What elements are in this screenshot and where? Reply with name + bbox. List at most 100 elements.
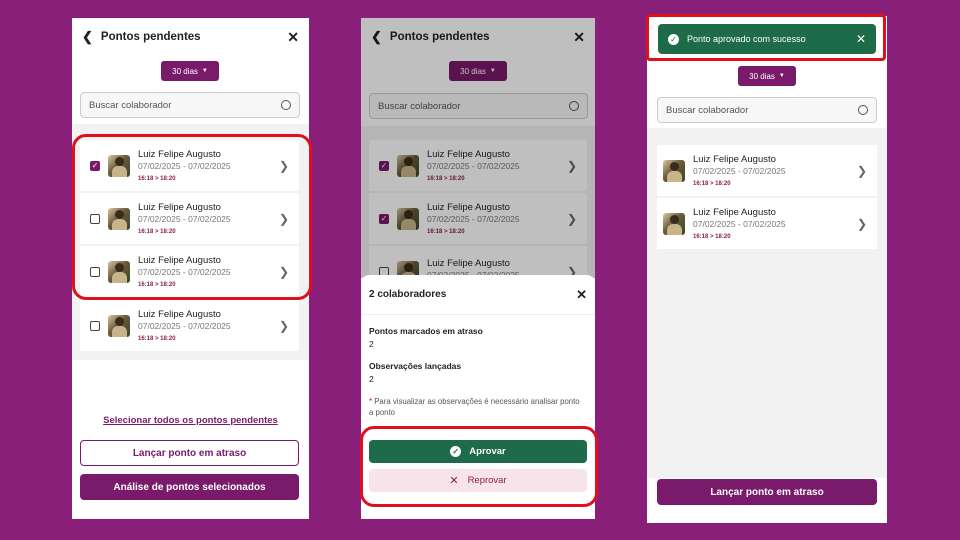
period-dropdown[interactable]: 30 dias ▼: [738, 66, 796, 86]
period-label: 30 dias: [749, 71, 775, 81]
analyze-selected-button[interactable]: Análise de pontos selecionados: [80, 474, 299, 500]
late-count-label: Pontos marcados em atraso: [369, 326, 483, 336]
late-entry-button[interactable]: Lançar ponto em atraso: [657, 479, 877, 505]
checkbox[interactable]: [90, 320, 100, 331]
chevron-right-icon[interactable]: ❯: [567, 212, 581, 226]
reject-button[interactable]: ✕ Reprovar: [369, 469, 587, 492]
avatar: [663, 159, 685, 182]
note-asterisk: *: [369, 397, 373, 406]
date-range: 07/02/2025 - 07/02/2025: [693, 219, 786, 229]
checkbox[interactable]: [379, 160, 389, 171]
period-dropdown[interactable]: 30 dias ▼: [161, 61, 219, 81]
select-all-link[interactable]: Selecionar todos os pontos pendentes: [72, 415, 309, 426]
close-icon: ✕: [449, 475, 459, 487]
chevron-right-icon[interactable]: ❯: [279, 319, 293, 333]
check-circle-icon: ✓: [450, 446, 462, 457]
chevron-down-icon: ▼: [489, 68, 496, 74]
time-range: 16:18 > 18:20: [138, 175, 176, 182]
checkbox[interactable]: [90, 266, 100, 277]
header: ❮ Pontos pendentes ✕: [361, 18, 595, 56]
avatar: [108, 314, 130, 337]
employee-name: Luiz Felipe Augusto: [693, 153, 776, 165]
chevron-down-icon: ▼: [201, 68, 208, 74]
employee-name: Luiz Felipe Augusto: [693, 206, 776, 218]
approve-button[interactable]: ✓ Aprovar: [369, 440, 587, 463]
employee-name: Luiz Felipe Augusto: [138, 308, 221, 320]
late-count-value: 2: [369, 339, 374, 349]
employee-name: Luiz Felipe Augusto: [427, 148, 510, 160]
close-icon[interactable]: ✕: [573, 29, 585, 46]
avatar: [108, 154, 130, 177]
list-item[interactable]: Luiz Felipe Augusto 07/02/2025 - 07/02/2…: [657, 145, 877, 196]
chevron-right-icon[interactable]: ❯: [279, 212, 293, 226]
date-range: 07/02/2025 - 07/02/2025: [138, 214, 231, 224]
list-item[interactable]: Luiz Felipe Augusto 07/02/2025 - 07/02/2…: [80, 193, 299, 244]
period-label: 30 dias: [172, 66, 198, 76]
list-item[interactable]: Luiz Felipe Augusto 07/02/2025 - 07/02/2…: [80, 140, 299, 191]
approve-label: Aprovar: [469, 446, 506, 457]
chevron-right-icon[interactable]: ❯: [857, 217, 871, 231]
period-dropdown[interactable]: 30 dias ▼: [449, 61, 507, 81]
date-range: 07/02/2025 - 07/02/2025: [138, 267, 231, 277]
note-text: Para visualizar as observações é necessá…: [369, 397, 580, 418]
chevron-left-icon[interactable]: ❮: [371, 29, 382, 45]
list-item[interactable]: Luiz Felipe Augusto 07/02/2025 - 07/02/2…: [369, 140, 587, 191]
chevron-right-icon[interactable]: ❯: [857, 164, 871, 178]
header: ❮ Pontos pendentes ✕: [72, 18, 309, 56]
avatar: [108, 207, 130, 230]
checkbox[interactable]: [90, 213, 100, 224]
time-range: 16:18 > 18:20: [693, 233, 731, 240]
search-icon[interactable]: [569, 101, 579, 111]
search-icon[interactable]: [858, 105, 868, 115]
period-label: 30 dias: [460, 66, 486, 76]
observations-label: Observações lançadas: [369, 361, 462, 371]
list-item[interactable]: Luiz Felipe Augusto 07/02/2025 - 07/02/2…: [369, 193, 587, 244]
time-range: 16:18 > 18:20: [427, 175, 465, 182]
date-range: 07/02/2025 - 07/02/2025: [693, 166, 786, 176]
checkbox[interactable]: [379, 213, 389, 224]
search-input[interactable]: Buscar colaborador: [657, 97, 877, 123]
list-item[interactable]: Luiz Felipe Augusto 07/02/2025 - 07/02/2…: [80, 300, 299, 351]
screen-approved: ✓ Ponto aprovado com sucesso ✕ 30 dias ▼…: [647, 16, 887, 523]
employee-name: Luiz Felipe Augusto: [138, 148, 221, 160]
time-range: 16:18 > 18:20: [693, 180, 731, 187]
chevron-right-icon[interactable]: ❯: [279, 159, 293, 173]
info-note: * Para visualizar as observações é neces…: [369, 396, 585, 419]
sheet-header: 2 colaboradores ✕: [361, 275, 595, 315]
screen-approval-sheet: ❮ Pontos pendentes ✕ 30 dias ▼ Buscar co…: [361, 18, 595, 519]
chevron-right-icon[interactable]: ❯: [279, 265, 293, 279]
time-range: 16:18 > 18:20: [138, 335, 176, 342]
search-icon[interactable]: [281, 100, 291, 110]
late-entry-button[interactable]: Lançar ponto em atraso: [80, 440, 299, 466]
checkbox[interactable]: [90, 160, 100, 171]
chevron-down-icon: ▼: [778, 73, 785, 79]
date-range: 07/02/2025 - 07/02/2025: [427, 214, 520, 224]
date-range: 07/02/2025 - 07/02/2025: [138, 161, 231, 171]
search-placeholder: Buscar colaborador: [378, 100, 461, 112]
search-placeholder: Buscar colaborador: [666, 104, 749, 116]
close-icon[interactable]: ✕: [576, 287, 587, 303]
search-input[interactable]: Buscar colaborador: [80, 92, 300, 118]
toast-message: Ponto aprovado com sucesso: [687, 34, 806, 44]
avatar: [397, 154, 419, 177]
time-range: 16:18 > 18:20: [138, 228, 176, 235]
chevron-right-icon[interactable]: ❯: [567, 159, 581, 173]
page-title: Pontos pendentes: [100, 31, 201, 43]
check-circle-icon: ✓: [668, 33, 679, 45]
close-icon[interactable]: ✕: [856, 32, 866, 46]
search-input[interactable]: Buscar colaborador: [369, 93, 588, 119]
success-toast: ✓ Ponto aprovado com sucesso ✕: [658, 24, 876, 54]
employee-name: Luiz Felipe Augusto: [427, 257, 510, 269]
sheet-title: 2 colaboradores: [369, 289, 447, 300]
avatar: [397, 207, 419, 230]
chevron-left-icon[interactable]: ❮: [82, 29, 93, 45]
avatar: [108, 260, 130, 283]
date-range: 07/02/2025 - 07/02/2025: [138, 321, 231, 331]
close-icon[interactable]: ✕: [287, 29, 299, 46]
page-title: Pontos pendentes: [389, 31, 490, 43]
avatar: [663, 212, 685, 235]
list-item[interactable]: Luiz Felipe Augusto 07/02/2025 - 07/02/2…: [657, 198, 877, 249]
observations-value: 2: [369, 374, 374, 384]
list-item[interactable]: Luiz Felipe Augusto 07/02/2025 - 07/02/2…: [80, 246, 299, 297]
bottom-sheet: 2 colaboradores ✕ Pontos marcados em atr…: [361, 275, 595, 519]
